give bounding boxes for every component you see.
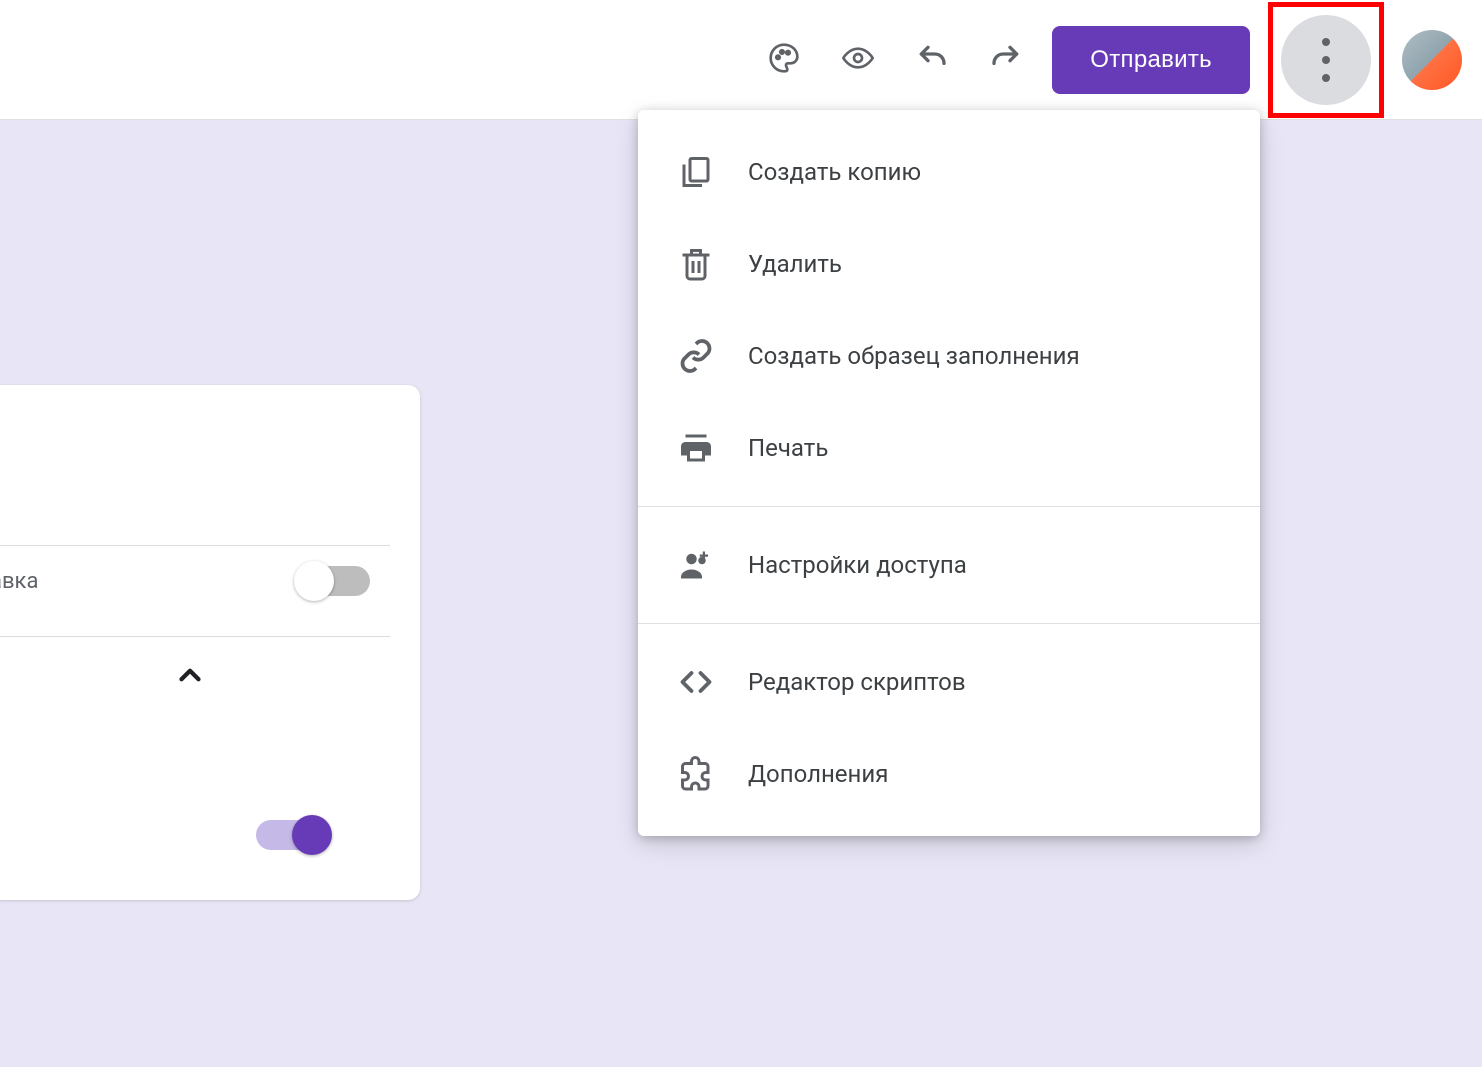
more-options-button[interactable] [1281,15,1371,105]
trash-icon [668,246,724,282]
toolbar: Отправить [0,0,1482,120]
menu-item-label: Настройки доступа [748,551,967,579]
menu-item-prefilled-link[interactable]: Создать образец заполнения [638,310,1260,402]
redo-button[interactable] [978,32,1034,88]
menu-item-delete[interactable]: Удалить [638,218,1260,310]
more-vert-icon [1322,38,1330,46]
switch-knob [292,815,332,855]
preview-button[interactable] [830,32,886,88]
menu-item-label: Редактор скриптов [748,668,966,696]
toggle-switch-1[interactable] [296,566,370,596]
more-options-menu: Создать копию Удалить Создать образец за… [638,110,1260,836]
card-section [0,415,390,546]
eye-icon [842,42,874,78]
switch-knob [294,561,334,601]
menu-item-label: Создать образец заполнения [748,342,1080,370]
code-icon [668,664,724,700]
menu-item-label: Дополнения [748,760,888,788]
person-add-icon [668,547,724,583]
menu-divider [638,506,1260,507]
settings-card: авка [0,385,420,900]
more-button-highlight-frame [1268,2,1384,118]
puzzle-icon [668,756,724,792]
redo-icon [990,42,1022,78]
link-icon [668,338,724,374]
toggle-switch-2[interactable] [256,820,330,850]
menu-item-script-editor[interactable]: Редактор скриптов [638,636,1260,728]
send-button[interactable]: Отправить [1052,26,1250,94]
palette-icon [768,42,800,78]
menu-item-addons[interactable]: Дополнения [638,728,1260,820]
undo-icon [916,42,948,78]
collapse-button[interactable] [0,637,390,720]
chevron-up-icon [173,655,207,702]
menu-divider [638,623,1260,624]
user-avatar[interactable] [1402,30,1462,90]
menu-item-make-copy[interactable]: Создать копию [638,126,1260,218]
menu-item-collaborators[interactable]: Настройки доступа [638,519,1260,611]
menu-item-label: Печать [748,434,828,462]
toggle-label-fragment: авка [0,569,38,594]
menu-item-print[interactable]: Печать [638,402,1260,494]
copy-icon [668,154,724,190]
customize-theme-button[interactable] [756,32,812,88]
print-icon [668,430,724,466]
undo-button[interactable] [904,32,960,88]
menu-item-label: Создать копию [748,158,921,186]
menu-item-label: Удалить [748,250,842,278]
